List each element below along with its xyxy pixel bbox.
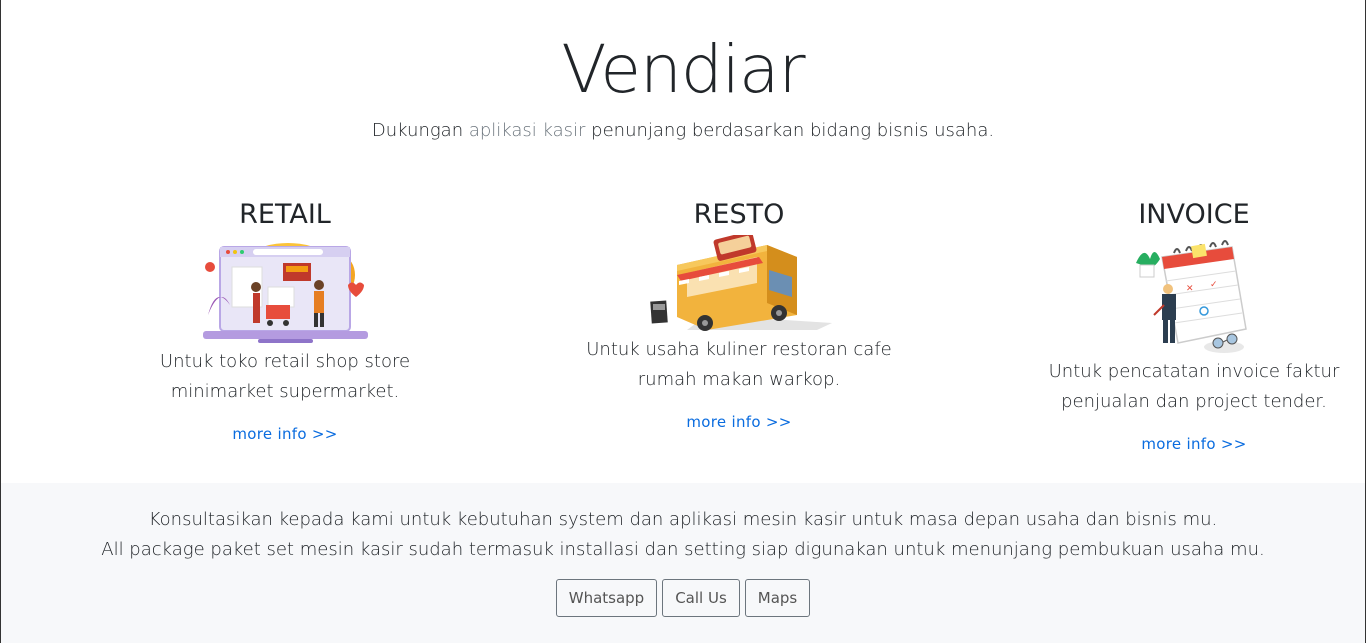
feature-retail: RETAIL Untuk toko retail shop store mini…	[105, 195, 465, 443]
feature-title: RESTO	[693, 199, 785, 230]
feature-title: INVOICE	[1138, 199, 1250, 230]
more-info-link-resto[interactable]: more info >>	[686, 413, 791, 431]
feature-invoice: INVOICE ✕ ✓ Untuk pencatatan invoice fak…	[1014, 195, 1366, 453]
calendar-planning-illustration: ✕ ✓	[1136, 240, 1247, 353]
feature-desc-line1: Untuk usaha kuliner restoran cafe	[586, 339, 892, 360]
tagline-suffix: penunjang berdasarkan bidang bisnis usah…	[585, 120, 995, 141]
tagline-prefix: Dukungan	[371, 120, 469, 141]
retail-shopping-illustration	[202, 243, 368, 343]
feature-desc-line1: Untuk toko retail shop store	[159, 351, 411, 372]
page-title: Vendiar	[561, 31, 805, 108]
contact-buttons: Whatsapp Call Us Maps	[1, 579, 1365, 617]
contact-line1: Konsultasikan kepada kami untuk kebutuha…	[148, 509, 1218, 530]
svg-text:✕: ✕	[1186, 284, 1194, 294]
more-info-link-invoice[interactable]: more info >>	[1141, 435, 1246, 453]
feature-desc-line2: penjualan dan project tender.	[1061, 391, 1327, 412]
call-us-button[interactable]: Call Us	[662, 579, 740, 617]
tagline: Dukungan aplikasi kasir penunjang berdas…	[1, 120, 1365, 141]
svg-text:✓: ✓	[1210, 280, 1218, 290]
tagline-highlight: aplikasi kasir	[468, 120, 586, 141]
more-info-link-retail[interactable]: more info >>	[232, 425, 337, 443]
feature-desc-line2: rumah makan warkop.	[637, 369, 841, 390]
feature-desc-line2: minimarket supermarket.	[170, 381, 400, 402]
food-truck-illustration	[649, 235, 832, 331]
maps-button[interactable]: Maps	[744, 579, 811, 617]
whatsapp-button[interactable]: Whatsapp	[555, 579, 658, 617]
feature-title: RETAIL	[239, 199, 331, 230]
contact-line2: All package paket set mesin kasir sudah …	[101, 539, 1265, 560]
hero-section: Vendiar Dukungan aplikasi kasir penunjan…	[1, 0, 1365, 483]
feature-resto: RESTO Untuk usaha kuliner restoran cafe …	[559, 195, 919, 431]
contact-section: Konsultasikan kepada kami untuk kebutuha…	[1, 483, 1365, 643]
feature-desc-line1: Untuk pencatatan invoice faktur	[1048, 361, 1340, 382]
